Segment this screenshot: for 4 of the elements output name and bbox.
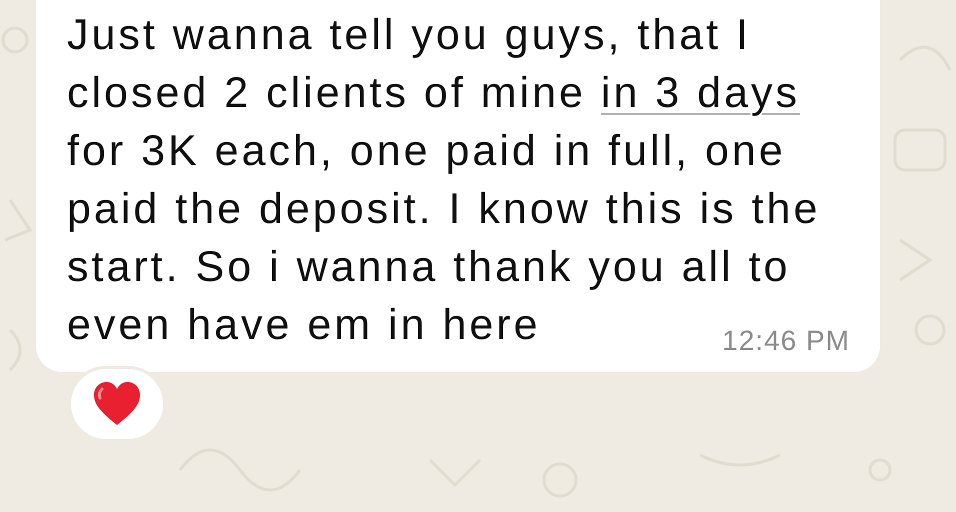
message-text: even have em in here (67, 300, 541, 351)
date-link[interactable]: in 3 days (600, 69, 800, 117)
timestamp: 12:46 PM (722, 324, 850, 358)
heart-icon (92, 381, 142, 427)
